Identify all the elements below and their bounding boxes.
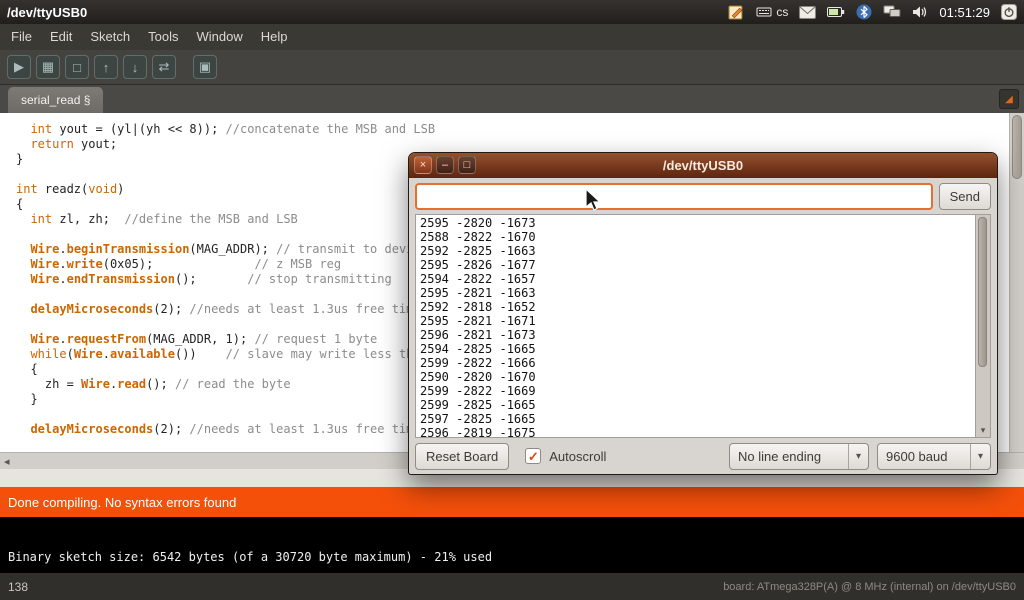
serial-output-line: 2595 -2821 -1671 bbox=[420, 314, 986, 328]
serial-output-line: 2597 -2825 -1665 bbox=[420, 412, 986, 426]
board-info: board: ATmega328P(A) @ 8 MHz (internal) … bbox=[723, 581, 1016, 593]
serial-output-line: 2596 -2819 -1675 bbox=[420, 426, 986, 438]
system-tray: cs 01:51:29 bbox=[728, 0, 1024, 24]
scroll-down-icon[interactable]: ▾ bbox=[976, 425, 990, 436]
send-button[interactable]: Send bbox=[939, 183, 991, 210]
serial-output-line: 2595 -2826 -1677 bbox=[420, 258, 986, 272]
menu-item-file[interactable]: File bbox=[2, 24, 41, 50]
clock[interactable]: 01:51:29 bbox=[939, 5, 990, 20]
keyboard-layout-icon[interactable] bbox=[756, 4, 772, 20]
upload-button[interactable]: ⇄ bbox=[152, 55, 176, 79]
stop-button[interactable]: ▦ bbox=[36, 55, 60, 79]
code-line: int yout = (yl|(yh << 8)); //concatenate… bbox=[16, 122, 1024, 137]
code-line: return yout; bbox=[16, 137, 1024, 152]
serial-controls-row: Reset Board ✓ Autoscroll No line ending … bbox=[409, 438, 997, 474]
menu-item-help[interactable]: Help bbox=[252, 24, 297, 50]
serial-monitor-title: /dev/ttyUSB0 bbox=[663, 158, 743, 173]
scrollbar-handle[interactable] bbox=[978, 217, 987, 367]
status-bar: Done compiling. No syntax errors found bbox=[0, 487, 1024, 517]
console-text: Binary sketch size: 6542 bytes (of a 307… bbox=[8, 550, 492, 564]
note-pencil-icon[interactable] bbox=[728, 4, 745, 21]
minimize-button[interactable]: – bbox=[436, 156, 454, 174]
line-ending-select[interactable]: No line ending ▾ bbox=[729, 443, 869, 470]
baud-rate-select[interactable]: 9600 baud ▾ bbox=[877, 443, 991, 470]
top-panel: /dev/ttyUSB0 cs 01:51:29 bbox=[0, 0, 1024, 24]
window-buttons: × – □ bbox=[414, 156, 476, 174]
serial-output-line: 2595 -2820 -1673 bbox=[420, 216, 986, 230]
scroll-left-icon[interactable]: ◂ bbox=[4, 455, 10, 468]
serial-input[interactable] bbox=[415, 183, 933, 210]
network-icon[interactable] bbox=[883, 5, 901, 19]
keyboard-layout-indicator[interactable]: cs bbox=[776, 5, 788, 19]
open-sketch-button[interactable]: ↑ bbox=[94, 55, 118, 79]
tab-menu-arrow-icon: ◢ bbox=[1005, 94, 1013, 105]
serial-output-line: 2590 -2820 -1670 bbox=[420, 370, 986, 384]
serial-output-line: 2596 -2821 -1673 bbox=[420, 328, 986, 342]
serial-output-line: 2599 -2825 -1665 bbox=[420, 398, 986, 412]
chevron-down-icon[interactable]: ▾ bbox=[848, 444, 868, 469]
serial-output-line: 2594 -2822 -1657 bbox=[420, 272, 986, 286]
chevron-down-icon[interactable]: ▾ bbox=[970, 444, 990, 469]
editor-vertical-scrollbar[interactable] bbox=[1009, 113, 1024, 452]
serial-monitor-button[interactable]: ▣ bbox=[193, 55, 217, 79]
active-window-title: /dev/ttyUSB0 bbox=[0, 5, 87, 20]
menu-bar: FileEditSketchToolsWindowHelp bbox=[0, 24, 1024, 50]
session-menu-icon[interactable] bbox=[1001, 4, 1017, 20]
bluetooth-icon[interactable] bbox=[856, 4, 872, 20]
autoscroll-checkbox[interactable]: ✓ bbox=[525, 448, 541, 464]
tab-bar: serial_read § ◢ bbox=[0, 85, 1024, 113]
serial-output-line: 2592 -2825 -1663 bbox=[420, 244, 986, 258]
serial-output-line: 2594 -2825 -1665 bbox=[420, 342, 986, 356]
serial-monitor-window: × – □ /dev/ttyUSB0 Send 2595 -2820 -1673… bbox=[408, 152, 998, 475]
menu-item-edit[interactable]: Edit bbox=[41, 24, 81, 50]
battery-icon[interactable] bbox=[827, 6, 845, 18]
serial-monitor-titlebar[interactable]: × – □ /dev/ttyUSB0 bbox=[409, 153, 997, 178]
toolbar: ▶▦□↑↓⇄ ▣ bbox=[0, 50, 1024, 85]
mail-icon[interactable] bbox=[799, 6, 816, 19]
serial-input-row: Send bbox=[409, 178, 997, 214]
baud-rate-value: 9600 baud bbox=[878, 449, 970, 464]
reset-board-button[interactable]: Reset Board bbox=[415, 443, 509, 470]
volume-icon[interactable] bbox=[912, 5, 928, 19]
serial-output-line: 2599 -2822 -1669 bbox=[420, 384, 986, 398]
serial-output-line: 2595 -2821 -1663 bbox=[420, 286, 986, 300]
autoscroll-label: Autoscroll bbox=[549, 449, 606, 464]
tab-menu-button[interactable]: ◢ bbox=[999, 89, 1019, 109]
verify-button[interactable]: ▶ bbox=[7, 55, 31, 79]
new-sketch-button[interactable]: □ bbox=[65, 55, 89, 79]
footer-bar: 138 board: ATmega328P(A) @ 8 MHz (intern… bbox=[0, 573, 1024, 600]
menu-item-sketch[interactable]: Sketch bbox=[81, 24, 139, 50]
close-button[interactable]: × bbox=[414, 156, 432, 174]
serial-output-line: 2599 -2822 -1666 bbox=[420, 356, 986, 370]
menu-item-window[interactable]: Window bbox=[187, 24, 251, 50]
line-ending-value: No line ending bbox=[730, 449, 848, 464]
line-number: 138 bbox=[8, 580, 28, 594]
serial-output-line: 2588 -2822 -1670 bbox=[420, 230, 986, 244]
serial-output-line: 2592 -2818 -1652 bbox=[420, 300, 986, 314]
status-message: Done compiling. No syntax errors found bbox=[8, 495, 236, 510]
menu-item-tools[interactable]: Tools bbox=[139, 24, 187, 50]
maximize-button[interactable]: □ bbox=[458, 156, 476, 174]
save-sketch-button[interactable]: ↓ bbox=[123, 55, 147, 79]
console-output: Binary sketch size: 6542 bytes (of a 307… bbox=[0, 517, 1024, 573]
scrollbar-handle[interactable] bbox=[1012, 115, 1022, 179]
check-icon: ✓ bbox=[528, 450, 539, 463]
serial-output[interactable]: 2595 -2820 -16732588 -2822 -16702592 -28… bbox=[415, 214, 991, 438]
serial-scrollbar[interactable]: ▾ bbox=[975, 215, 990, 437]
tab-serial-read[interactable]: serial_read § bbox=[8, 87, 103, 113]
